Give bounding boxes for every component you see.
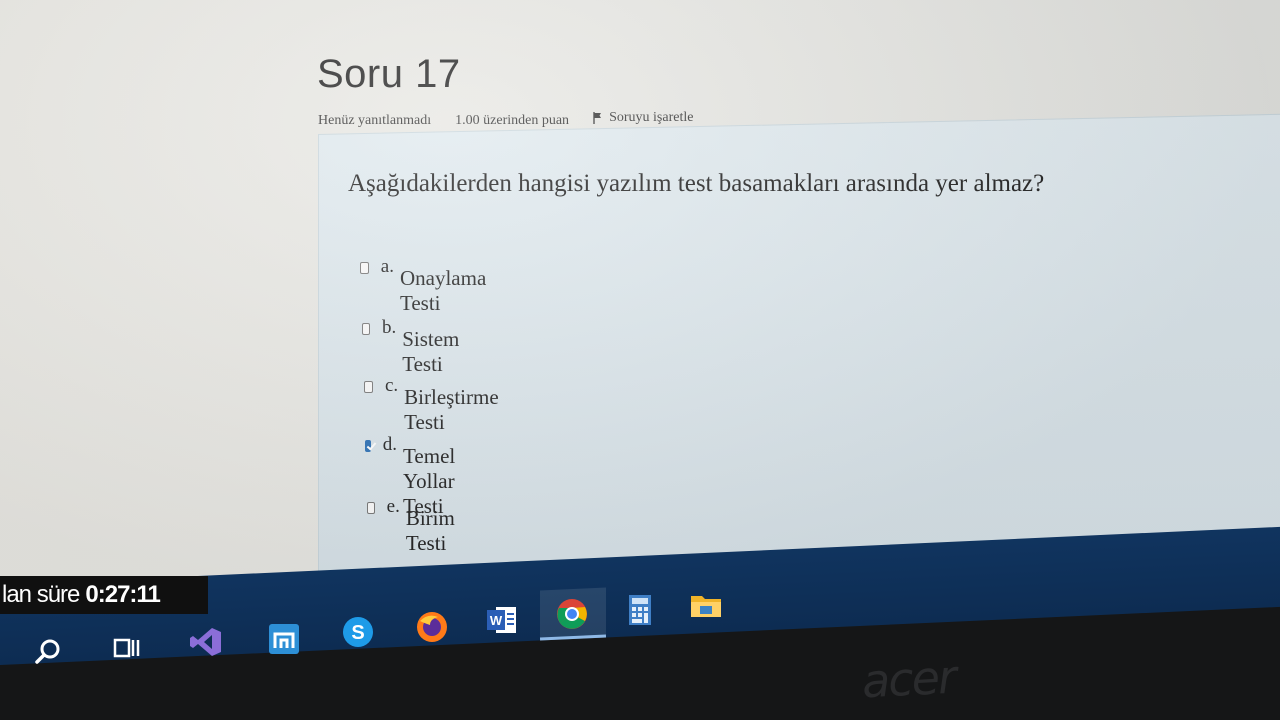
task-view-icon[interactable] [106, 628, 146, 668]
visual-studio-icon[interactable] [186, 622, 226, 662]
remaining-time-value: 0:27:11 [85, 581, 160, 608]
calculator-icon[interactable] [620, 590, 660, 630]
search-icon[interactable] [28, 632, 68, 672]
svg-text:W: W [490, 613, 503, 628]
monitor-brand-logo: acer [860, 649, 957, 709]
remaining-time-label: lan süre [2, 581, 80, 608]
remaining-time-display: lan süre 0:27:11 [0, 576, 208, 614]
chrome-icon[interactable] [552, 594, 592, 634]
firefox-icon[interactable] [412, 607, 452, 647]
svg-text:S: S [351, 622, 364, 644]
file-explorer-icon[interactable] [686, 585, 726, 625]
skype-icon[interactable]: S [338, 612, 378, 652]
app-icon[interactable] [264, 619, 304, 659]
word-icon[interactable]: W [482, 600, 522, 640]
